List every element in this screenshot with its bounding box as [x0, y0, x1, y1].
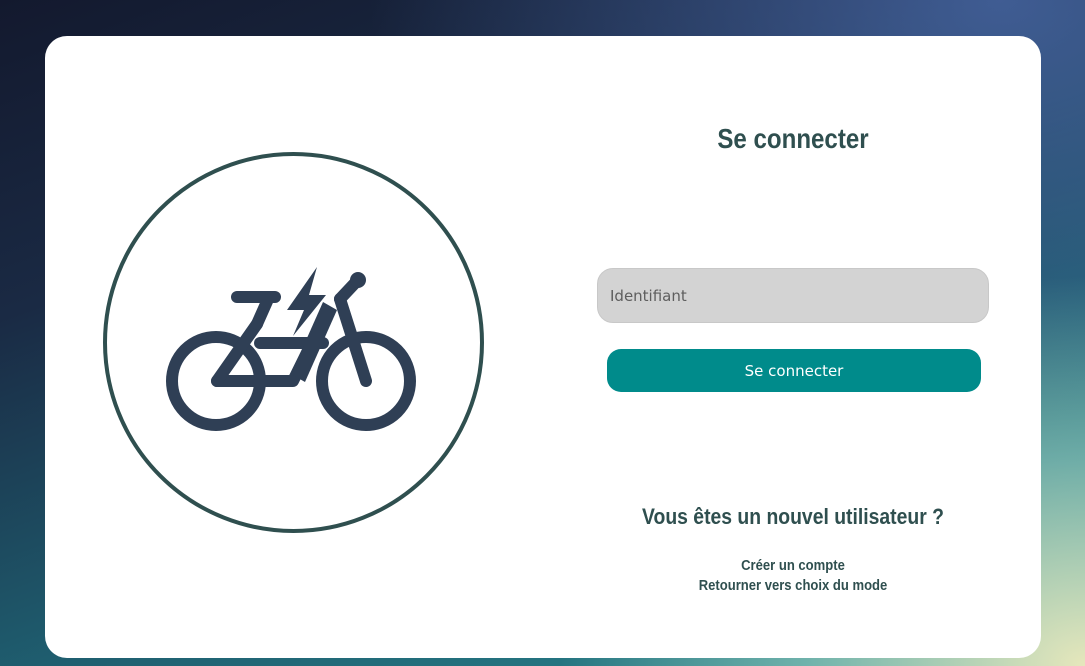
new-user-heading: Vous êtes un nouvel utilisateur ? — [642, 504, 944, 529]
create-account-link[interactable]: Créer un compte — [617, 558, 970, 574]
page-title: Se connecter — [717, 123, 869, 154]
electric-bike-icon — [166, 267, 416, 431]
login-card: Se connecter Se connecter Vous êtes un n… — [45, 36, 1041, 658]
identifiant-input[interactable] — [597, 268, 989, 323]
login-button[interactable]: Se connecter — [607, 349, 981, 392]
back-to-mode-link[interactable]: Retourner vers choix du mode — [617, 578, 970, 594]
